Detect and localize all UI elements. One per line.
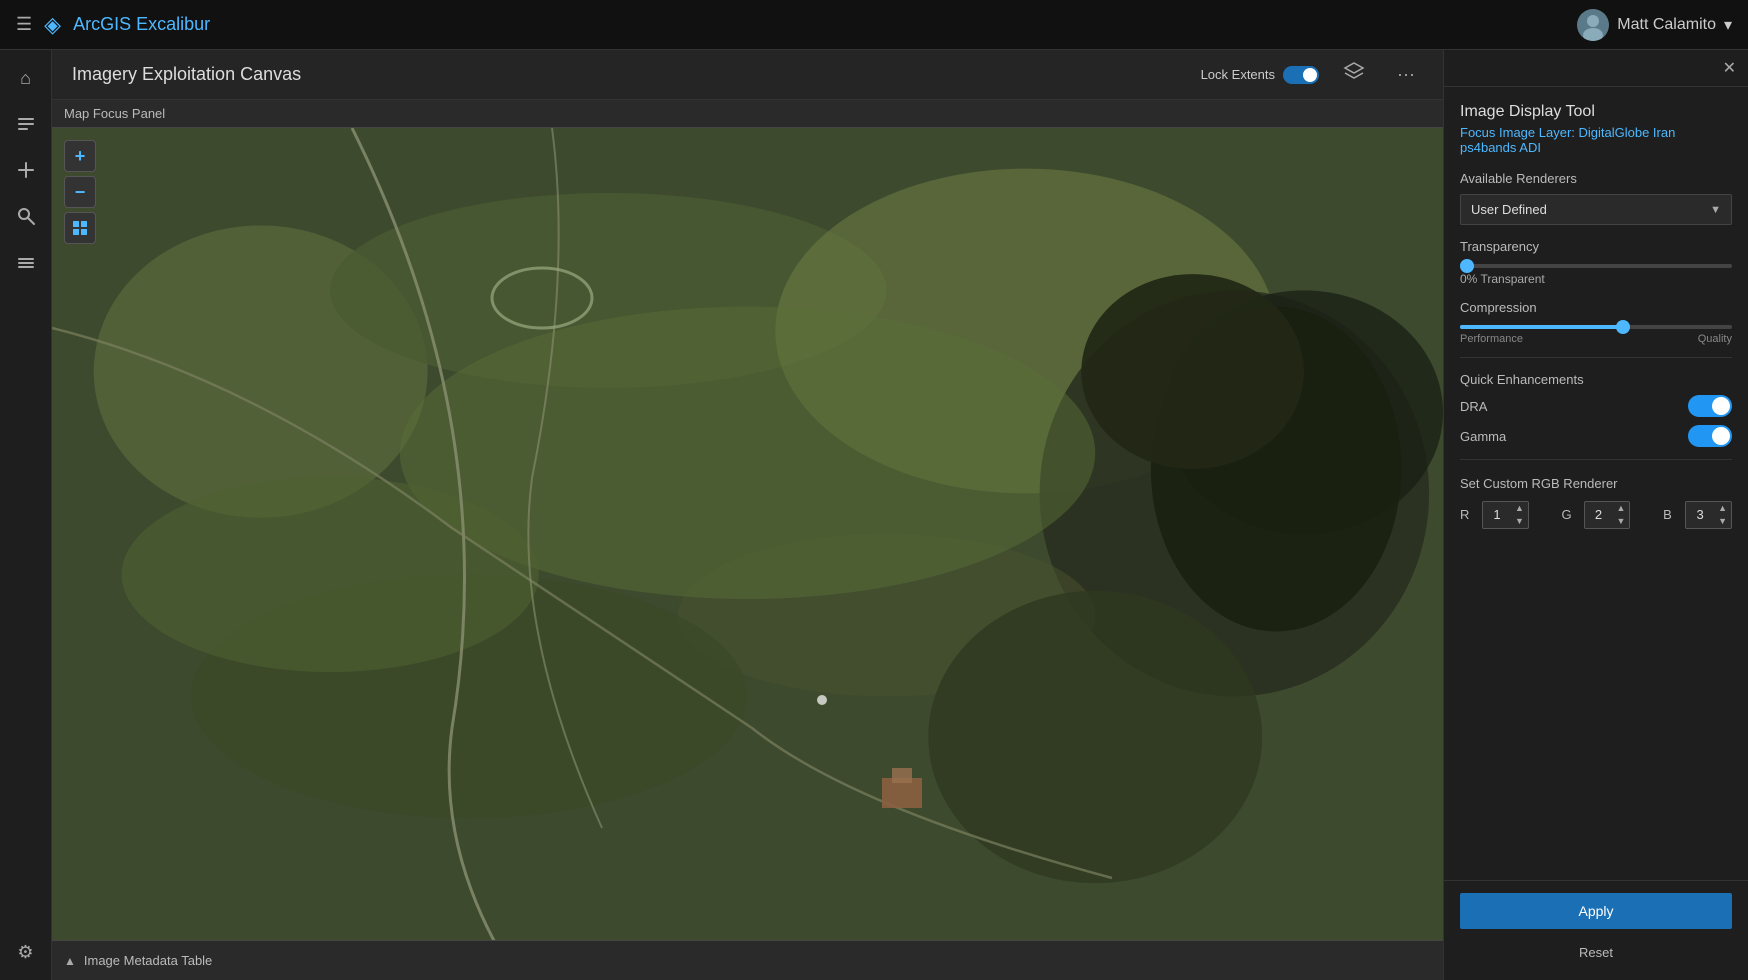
- map-area[interactable]: + −: [52, 128, 1443, 940]
- user-avatar: [1577, 9, 1609, 41]
- r-label: R: [1460, 507, 1474, 522]
- transparency-label: Transparency: [1460, 239, 1732, 254]
- user-name: Matt Calamito: [1617, 16, 1716, 34]
- r-down-arrow[interactable]: ▼: [1511, 515, 1528, 528]
- gamma-toggle[interactable]: [1688, 425, 1732, 447]
- compression-slider[interactable]: [1460, 325, 1732, 329]
- user-menu[interactable]: Matt Calamito ▾: [1577, 9, 1732, 41]
- available-renderers-label: Available Renderers: [1460, 171, 1732, 186]
- rgb-renderer-label: Set Custom RGB Renderer: [1460, 476, 1732, 491]
- compression-performance-label: Performance: [1460, 333, 1523, 345]
- transparency-slider-container: [1460, 264, 1732, 268]
- sidebar-item-tasks[interactable]: [6, 104, 46, 144]
- map-controls: + −: [64, 140, 96, 244]
- b-value: 3: [1686, 503, 1714, 526]
- user-menu-chevron: ▾: [1724, 15, 1732, 35]
- compression-quality-label: Quality: [1698, 333, 1732, 345]
- lock-extents-toggle[interactable]: [1283, 66, 1319, 84]
- page-title: Imagery Exploitation Canvas: [72, 64, 301, 85]
- right-panel-content: Image Display Tool Focus Image Layer: Di…: [1444, 87, 1748, 880]
- g-up-arrow[interactable]: ▲: [1613, 502, 1630, 515]
- quick-enhancements-label: Quick Enhancements: [1460, 372, 1732, 387]
- lock-extents-label: Lock Extents: [1201, 67, 1275, 82]
- r-up-arrow[interactable]: ▲: [1511, 502, 1528, 515]
- right-panel-header: ✕: [1444, 50, 1748, 87]
- metadata-panel[interactable]: ▲ Image Metadata Table: [52, 940, 1443, 980]
- topbar: ☰ ◈ ArcGIS Excalibur Matt Calamito ▾: [0, 0, 1748, 50]
- zoom-out-button[interactable]: −: [64, 176, 96, 208]
- transparency-value: 0% Transparent: [1460, 272, 1732, 286]
- map-panel: Map Focus Panel: [52, 100, 1443, 980]
- dra-toggle-row: DRA: [1460, 395, 1732, 417]
- r-value: 1: [1483, 503, 1511, 526]
- sidebar-item-settings[interactable]: ⚙: [6, 932, 46, 972]
- action-buttons: Apply Reset: [1444, 880, 1748, 980]
- renderer-dropdown[interactable]: User Defined ▼: [1460, 194, 1732, 225]
- close-button[interactable]: ✕: [1723, 58, 1736, 78]
- grid-view-button[interactable]: [64, 212, 96, 244]
- dra-toggle[interactable]: [1688, 395, 1732, 417]
- tool-title: Image Display Tool: [1460, 103, 1732, 121]
- metadata-panel-label: Image Metadata Table: [84, 953, 212, 968]
- divider-2: [1460, 459, 1732, 460]
- content-header: Imagery Exploitation Canvas Lock Extents…: [52, 50, 1443, 100]
- divider-1: [1460, 357, 1732, 358]
- zoom-in-button[interactable]: +: [64, 140, 96, 172]
- reset-button[interactable]: Reset: [1460, 937, 1732, 968]
- right-panel: ✕ Image Display Tool Focus Image Layer: …: [1443, 50, 1748, 980]
- focus-layer-link[interactable]: Focus Image Layer: DigitalGlobe Iran ps4…: [1460, 125, 1732, 155]
- b-spinner[interactable]: 3 ▲ ▼: [1685, 501, 1732, 529]
- b-down-arrow[interactable]: ▼: [1714, 515, 1731, 528]
- left-sidebar: ⌂ ⚙: [0, 50, 52, 980]
- more-options-icon[interactable]: ···: [1389, 60, 1423, 89]
- metadata-collapse-arrow: ▲: [64, 954, 76, 968]
- app-title: ArcGIS Excalibur: [73, 14, 210, 35]
- hamburger-menu-icon[interactable]: ☰: [16, 14, 32, 35]
- sidebar-item-home[interactable]: ⌂: [6, 58, 46, 98]
- layers-icon[interactable]: [1335, 57, 1373, 92]
- map-focus-panel-label: Map Focus Panel: [52, 100, 1443, 128]
- b-label: B: [1663, 507, 1677, 522]
- transparency-slider[interactable]: [1460, 264, 1732, 268]
- renderer-value: User Defined: [1471, 202, 1547, 217]
- compression-slider-container: Performance Quality: [1460, 325, 1732, 345]
- compression-label: Compression: [1460, 300, 1732, 315]
- gamma-toggle-row: Gamma: [1460, 425, 1732, 447]
- sidebar-item-search[interactable]: [6, 196, 46, 236]
- sidebar-item-layers[interactable]: [6, 242, 46, 282]
- g-label: G: [1562, 507, 1576, 522]
- r-spinner[interactable]: 1 ▲ ▼: [1482, 501, 1529, 529]
- dropdown-chevron-icon: ▼: [1710, 204, 1721, 216]
- g-value: 2: [1585, 503, 1613, 526]
- app-logo-icon: ◈: [44, 12, 61, 38]
- rgb-row: R 1 ▲ ▼ G 2 ▲ ▼ B: [1460, 501, 1732, 529]
- g-down-arrow[interactable]: ▼: [1613, 515, 1630, 528]
- apply-button[interactable]: Apply: [1460, 893, 1732, 929]
- b-up-arrow[interactable]: ▲: [1714, 502, 1731, 515]
- sidebar-item-add[interactable]: [6, 150, 46, 190]
- g-spinner[interactable]: 2 ▲ ▼: [1584, 501, 1631, 529]
- gamma-label: Gamma: [1460, 429, 1506, 444]
- dra-label: DRA: [1460, 399, 1487, 414]
- lock-extents-group: Lock Extents: [1201, 66, 1319, 84]
